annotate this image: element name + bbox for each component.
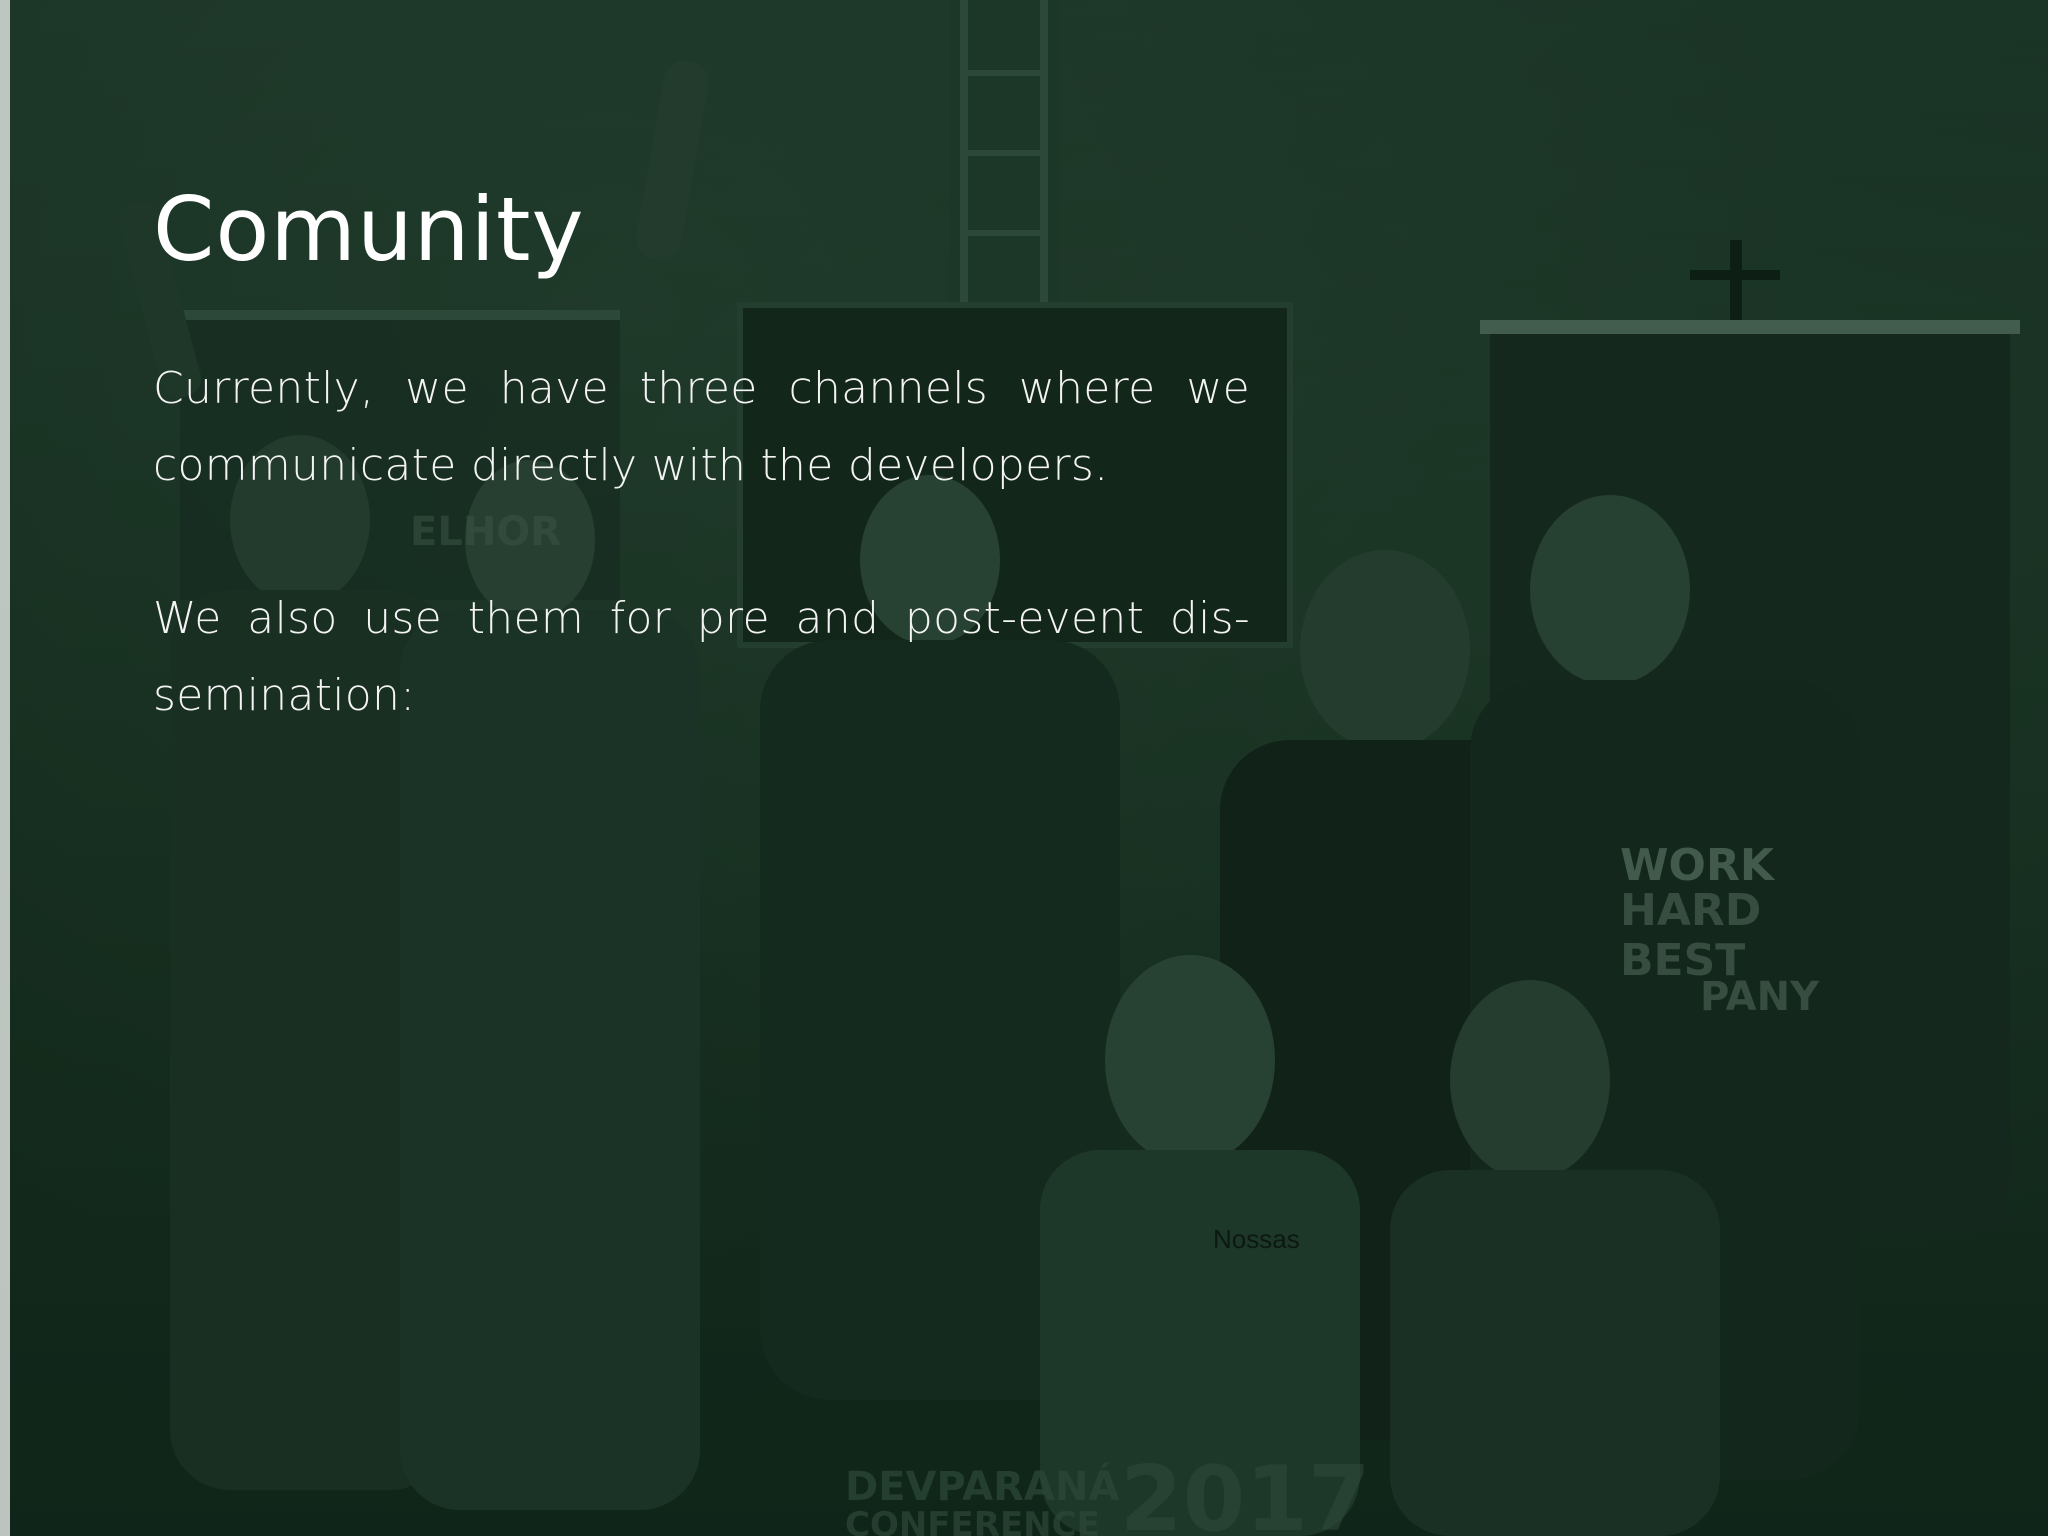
left-edge-strip bbox=[0, 0, 10, 1536]
slide-title: Comunity bbox=[153, 178, 585, 281]
footnote-text: Nossas bbox=[1213, 1224, 1300, 1254]
usage-paragraph: We also use them for pre and post-event … bbox=[153, 593, 1250, 721]
intro-paragraph: Currently, we have three channels where … bbox=[153, 363, 1250, 491]
slide: WORK HARD BEST PANY ELHOR DEVPARANÁ CONF… bbox=[0, 0, 2048, 1536]
